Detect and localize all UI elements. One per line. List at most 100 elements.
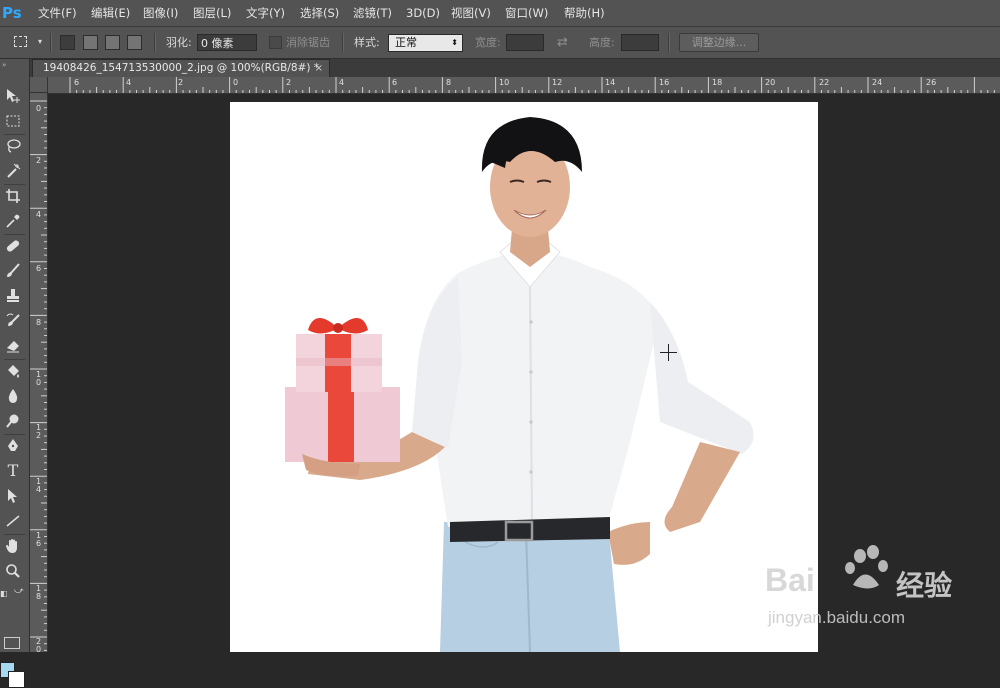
- ruler-label: 12: [36, 423, 42, 440]
- paint-bucket-tool-icon[interactable]: [2, 360, 24, 382]
- vertical-ruler[interactable]: 0 2 4 6 8 10 12 14 16 18 20: [30, 93, 48, 654]
- style-label: 样式:: [354, 36, 380, 49]
- photo-man-with-gift: [285, 117, 754, 652]
- new-selection-icon[interactable]: [60, 35, 75, 50]
- ruler-label: 18: [712, 78, 723, 87]
- pen-tool-icon[interactable]: [2, 435, 24, 457]
- add-to-selection-icon[interactable]: [83, 35, 98, 50]
- dodge-tool-icon[interactable]: [2, 410, 24, 432]
- ruler-label: 2: [286, 78, 292, 87]
- menu-3d[interactable]: 3D(D): [406, 0, 440, 26]
- watermark-url: jingyan.baidu.com: [768, 608, 906, 627]
- close-tab-icon[interactable]: ×: [315, 60, 323, 77]
- ruler-label: 0: [36, 104, 42, 113]
- options-bar: ▾ 羽化: 0 像素 消除锯齿 样式: 正常 ⬍ 宽度: ⇄ 高度: 调整边缘.…: [0, 27, 1000, 59]
- divider: [154, 33, 156, 52]
- document-tab-title: 19408426_154713530000_2.jpg @ 100%(RGB/8…: [43, 62, 319, 74]
- ruler-label: 6: [392, 78, 398, 87]
- photoshop-logo: Ps: [2, 4, 22, 22]
- menu-window[interactable]: 窗口(W): [505, 0, 548, 26]
- crop-tool-icon[interactable]: [2, 185, 24, 207]
- crosshair-cursor-icon: [660, 344, 677, 361]
- collapse-panel-icon[interactable]: »: [2, 61, 6, 69]
- brush-tool-icon[interactable]: [2, 260, 24, 282]
- ruler-label: 20: [765, 78, 776, 87]
- menu-layer[interactable]: 图层(L): [193, 0, 231, 26]
- width-input[interactable]: [506, 34, 544, 51]
- divider: [342, 33, 344, 52]
- lasso-tool-icon[interactable]: [2, 135, 24, 157]
- ruler-label: 12: [552, 78, 563, 87]
- menu-bar: Ps 文件(F) 编辑(E) 图像(I) 图层(L) 文字(Y) 选择(S) 滤…: [0, 0, 1000, 27]
- ruler-label: 14: [36, 477, 42, 494]
- ruler-label: 24: [872, 78, 883, 87]
- intersect-selection-icon[interactable]: [127, 35, 142, 50]
- ruler-label: 4: [36, 210, 42, 219]
- menu-help[interactable]: 帮助(H): [564, 0, 605, 26]
- ruler-label: 0: [233, 78, 239, 87]
- tools-panel: » T ◧ ⤻: [0, 59, 30, 688]
- background-color-swatch[interactable]: [8, 671, 25, 688]
- baidu-jingyan-watermark: Bai 经验 jingyan.baidu.com: [765, 540, 1000, 640]
- menu-type[interactable]: 文字(Y): [246, 0, 285, 26]
- swap-colors-icon[interactable]: ⤻: [14, 586, 24, 596]
- ruler-label: 8: [36, 318, 42, 327]
- document-canvas[interactable]: [230, 102, 818, 652]
- ruler-origin[interactable]: [30, 77, 48, 93]
- clone-stamp-tool-icon[interactable]: [2, 285, 24, 307]
- watermark-jingyan: 经验: [896, 569, 953, 602]
- horizontal-ruler-ticks: [69, 77, 995, 93]
- menu-view[interactable]: 视图(V): [451, 0, 491, 26]
- ruler-label: 10: [36, 370, 42, 387]
- line-tool-icon[interactable]: [2, 510, 24, 532]
- divider: [50, 33, 52, 52]
- ruler-label: 6: [36, 264, 42, 273]
- eyedropper-tool-icon[interactable]: [2, 210, 24, 232]
- ruler-label: 22: [819, 78, 830, 87]
- refine-edge-button[interactable]: 调整边缘...: [679, 33, 759, 52]
- eraser-tool-icon[interactable]: [2, 335, 24, 357]
- menu-edit[interactable]: 编辑(E): [91, 0, 130, 26]
- ruler-label: 2: [36, 156, 42, 165]
- ruler-label: 4: [339, 78, 345, 87]
- feather-input[interactable]: 0 像素: [197, 34, 257, 51]
- ruler-label: 14: [605, 78, 616, 87]
- ruler-label: 18: [36, 584, 42, 601]
- zoom-tool-icon[interactable]: [2, 560, 24, 582]
- hand-tool-icon[interactable]: [2, 535, 24, 557]
- ruler-label: 26: [926, 78, 937, 87]
- antialias-label: 消除锯齿: [286, 36, 330, 49]
- menu-image[interactable]: 图像(I): [143, 0, 178, 26]
- marquee-preset-icon[interactable]: [14, 36, 27, 47]
- type-tool-icon[interactable]: T: [2, 460, 24, 482]
- history-brush-tool-icon[interactable]: [2, 310, 24, 332]
- blur-tool-icon[interactable]: [2, 385, 24, 407]
- move-tool-icon[interactable]: [2, 85, 24, 107]
- document-tab[interactable]: 19408426_154713530000_2.jpg @ 100%(RGB/8…: [32, 59, 330, 77]
- swap-dimensions-icon[interactable]: ⇄: [557, 27, 568, 58]
- height-label: 高度:: [589, 36, 615, 49]
- width-label: 宽度:: [475, 36, 501, 49]
- preset-dropdown-icon[interactable]: ▾: [38, 37, 42, 46]
- ruler-label: 8: [446, 78, 452, 87]
- ruler-label: 6: [74, 78, 80, 87]
- menu-file[interactable]: 文件(F): [38, 0, 77, 26]
- antialias-checkbox[interactable]: [269, 36, 282, 49]
- default-colors-icon[interactable]: ◧: [0, 589, 8, 598]
- healing-brush-tool-icon[interactable]: [2, 235, 24, 257]
- height-input[interactable]: [621, 34, 659, 51]
- magic-wand-tool-icon[interactable]: [2, 160, 24, 182]
- marquee-tool-icon[interactable]: [2, 110, 24, 132]
- feather-label: 羽化:: [166, 36, 192, 49]
- path-selection-tool-icon[interactable]: [2, 485, 24, 507]
- horizontal-ruler[interactable]: 6 4 2 0 2 4 6 8 10 12 14 16 18 20 22 24 …: [48, 77, 1000, 94]
- ruler-label: 10: [499, 78, 510, 87]
- quick-mask-icon[interactable]: [4, 637, 20, 649]
- subtract-from-selection-icon[interactable]: [105, 35, 120, 50]
- style-select[interactable]: 正常 ⬍: [388, 34, 463, 52]
- ruler-label: 16: [36, 531, 42, 548]
- menu-filter[interactable]: 滤镜(T): [353, 0, 392, 26]
- ruler-label: 4: [126, 78, 132, 87]
- watermark-brand: Bai: [765, 562, 815, 598]
- menu-select[interactable]: 选择(S): [300, 0, 339, 26]
